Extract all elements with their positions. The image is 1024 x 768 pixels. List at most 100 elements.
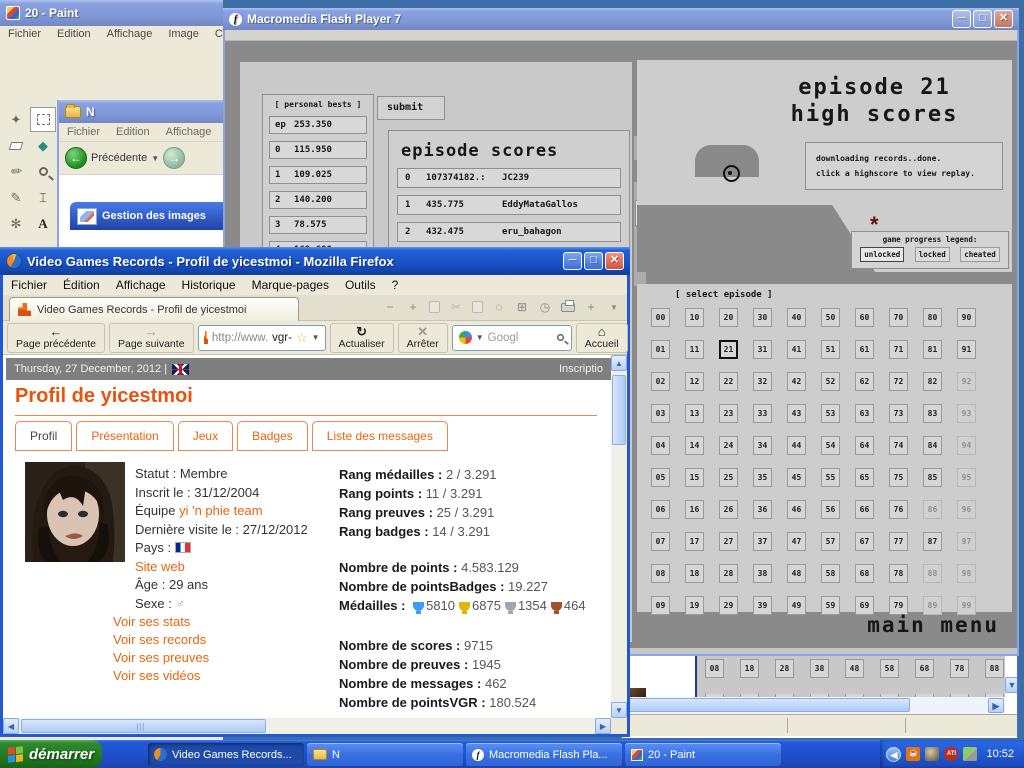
website-link[interactable]: Site web — [135, 559, 185, 574]
firefox-menu-item[interactable]: Outils — [337, 275, 384, 295]
personal-best-row[interactable]: 0 115.950 — [269, 141, 367, 159]
profile-link[interactable]: Voir ses stats — [113, 613, 209, 631]
scroll-up-button[interactable]: ▲ — [611, 355, 627, 371]
episode-cell[interactable]: 71 — [889, 340, 908, 359]
paint-menu-item[interactable]: Edition — [49, 26, 99, 42]
search-engine-dropdown-icon[interactable]: ▼ — [476, 333, 484, 342]
episode-cell[interactable]: 43 — [787, 404, 806, 423]
close-button[interactable]: ✕ — [605, 252, 624, 270]
episode-cell[interactable]: 83 — [923, 404, 942, 423]
history-clock-icon[interactable]: ◷ — [538, 300, 552, 314]
browser-tab[interactable]: Video Games Records - Profil de yicestmo… — [9, 297, 299, 321]
episode-cell[interactable]: 53 — [821, 404, 840, 423]
resize-grip[interactable] — [611, 718, 627, 734]
episode-cell[interactable]: 20 — [719, 308, 738, 327]
episode-cell[interactable]: 70 — [889, 308, 908, 327]
team-link[interactable]: yi 'n phie team — [179, 503, 262, 518]
paint-menu-item[interactable]: Fichier — [0, 26, 49, 42]
back-label[interactable]: Précédente — [91, 152, 147, 164]
episode-cell[interactable]: 75 — [889, 468, 908, 487]
home-button[interactable]: ⌂ Accueil — [576, 323, 628, 353]
episode-cell-bg[interactable]: 58 — [880, 659, 899, 678]
rect-select-icon[interactable] — [30, 107, 56, 132]
fill-bucket-icon[interactable]: ◆ — [30, 133, 56, 158]
paste-icon[interactable] — [429, 301, 440, 313]
episode-cell[interactable]: 42 — [787, 372, 806, 391]
main-menu-button[interactable]: main menu — [867, 613, 999, 637]
scroll-left-button[interactable]: ◀ — [3, 718, 19, 734]
scroll-down-button[interactable]: ▼ — [611, 702, 627, 718]
uk-flag-icon[interactable] — [172, 364, 189, 375]
episode-cell[interactable]: 34 — [753, 436, 772, 455]
episode-cell[interactable]: 38 — [753, 564, 772, 583]
episode-cell[interactable]: 47 — [787, 532, 806, 551]
episode-cell[interactable]: 28 — [719, 564, 738, 583]
tab-presentation[interactable]: Présentation — [76, 421, 173, 451]
firefox-menu-item[interactable]: Affichage — [108, 275, 174, 295]
episode-cell[interactable]: 05 — [651, 468, 670, 487]
episode-cell[interactable]: 16 — [685, 500, 704, 519]
episode-cell[interactable]: 09 — [651, 596, 670, 615]
episode-cell[interactable]: 35 — [753, 468, 772, 487]
new-window-icon[interactable]: ⊞ — [515, 300, 529, 314]
episode-cell-bg[interactable]: 78 — [950, 659, 969, 678]
episode-cell[interactable]: 80 — [923, 308, 942, 327]
java-icon[interactable]: ☕ — [906, 747, 920, 761]
episode-cell[interactable]: 25 — [719, 468, 738, 487]
safely-remove-icon[interactable] — [963, 747, 977, 761]
episode-cell[interactable]: 68 — [855, 564, 874, 583]
episode-cell[interactable]: 72 — [889, 372, 908, 391]
episode-cell[interactable]: 46 — [787, 500, 806, 519]
forward-button[interactable]: → — [163, 147, 185, 169]
episode-cell-bg[interactable]: 48 — [845, 659, 864, 678]
episode-cell[interactable]: 22 — [719, 372, 738, 391]
episode-cell[interactable]: 12 — [685, 372, 704, 391]
scroll-down-button[interactable]: ▼ — [1005, 677, 1019, 693]
episode-cell[interactable]: 11 — [685, 340, 704, 359]
task-firefox[interactable]: Video Games Records... — [148, 743, 304, 766]
episode-cell[interactable]: 19 — [685, 596, 704, 615]
horizontal-scrollbar[interactable] — [622, 697, 1005, 714]
episode-cell[interactable]: 50 — [821, 308, 840, 327]
episode-cell[interactable]: 96 — [957, 500, 976, 519]
refresh-button[interactable]: ↻ Actualiser — [330, 323, 394, 353]
episode-cell[interactable]: 78 — [889, 564, 908, 583]
episode-cell[interactable]: 41 — [787, 340, 806, 359]
score-row[interactable]: 0 107374182.: JC239 — [397, 168, 621, 188]
stop-button[interactable]: ✕ Arrêter — [398, 323, 448, 353]
episode-cell[interactable]: 54 — [821, 436, 840, 455]
personal-best-row[interactable]: 2 140.200 — [269, 191, 367, 209]
episode-cell[interactable]: 77 — [889, 532, 908, 551]
scroll-right-button[interactable]: ▶ — [595, 718, 611, 734]
minus-icon[interactable]: − — [383, 300, 397, 314]
episode-cell[interactable]: 23 — [719, 404, 738, 423]
paint-menu-item[interactable]: Image — [160, 26, 207, 42]
address-bar[interactable]: http://www.vgr- ☆ ▼ — [198, 325, 326, 351]
episode-cell[interactable]: 29 — [719, 596, 738, 615]
submit-button[interactable]: submit — [377, 96, 445, 120]
episode-cell[interactable]: 13 — [685, 404, 704, 423]
tab-profil[interactable]: Profil — [15, 421, 72, 451]
episode-cell[interactable]: 10 — [685, 308, 704, 327]
tray-collapse-icon[interactable]: ◀ — [886, 747, 901, 762]
episode-cell[interactable]: 49 — [787, 596, 806, 615]
episode-cell[interactable]: 90 — [957, 308, 976, 327]
episode-cell[interactable]: 00 — [651, 308, 670, 327]
profile-link[interactable]: Voir ses preuves — [113, 649, 209, 667]
plus-icon[interactable]: + — [406, 300, 420, 314]
episode-cell[interactable]: 74 — [889, 436, 908, 455]
episode-cell-bg[interactable]: 88 — [985, 659, 1004, 678]
firefox-menu-item[interactable]: Fichier — [3, 275, 55, 295]
forward-button[interactable]: → Page suivante — [109, 323, 194, 353]
episode-cell[interactable]: 61 — [855, 340, 874, 359]
print-icon[interactable] — [561, 303, 575, 312]
horizontal-scrollbar[interactable]: ◀ ▶ — [3, 718, 627, 734]
episode-cell[interactable]: 21 — [719, 340, 738, 359]
episode-cell[interactable]: 56 — [821, 500, 840, 519]
freeform-select-icon[interactable]: ✦ — [3, 107, 29, 132]
ati-icon[interactable]: ATI — [944, 747, 958, 761]
paint-menu-item[interactable]: Affichage — [99, 26, 161, 42]
copy-icon[interactable] — [472, 301, 483, 313]
episode-cell[interactable]: 98 — [957, 564, 976, 583]
personal-best-row[interactable]: 1 109.025 — [269, 166, 367, 184]
